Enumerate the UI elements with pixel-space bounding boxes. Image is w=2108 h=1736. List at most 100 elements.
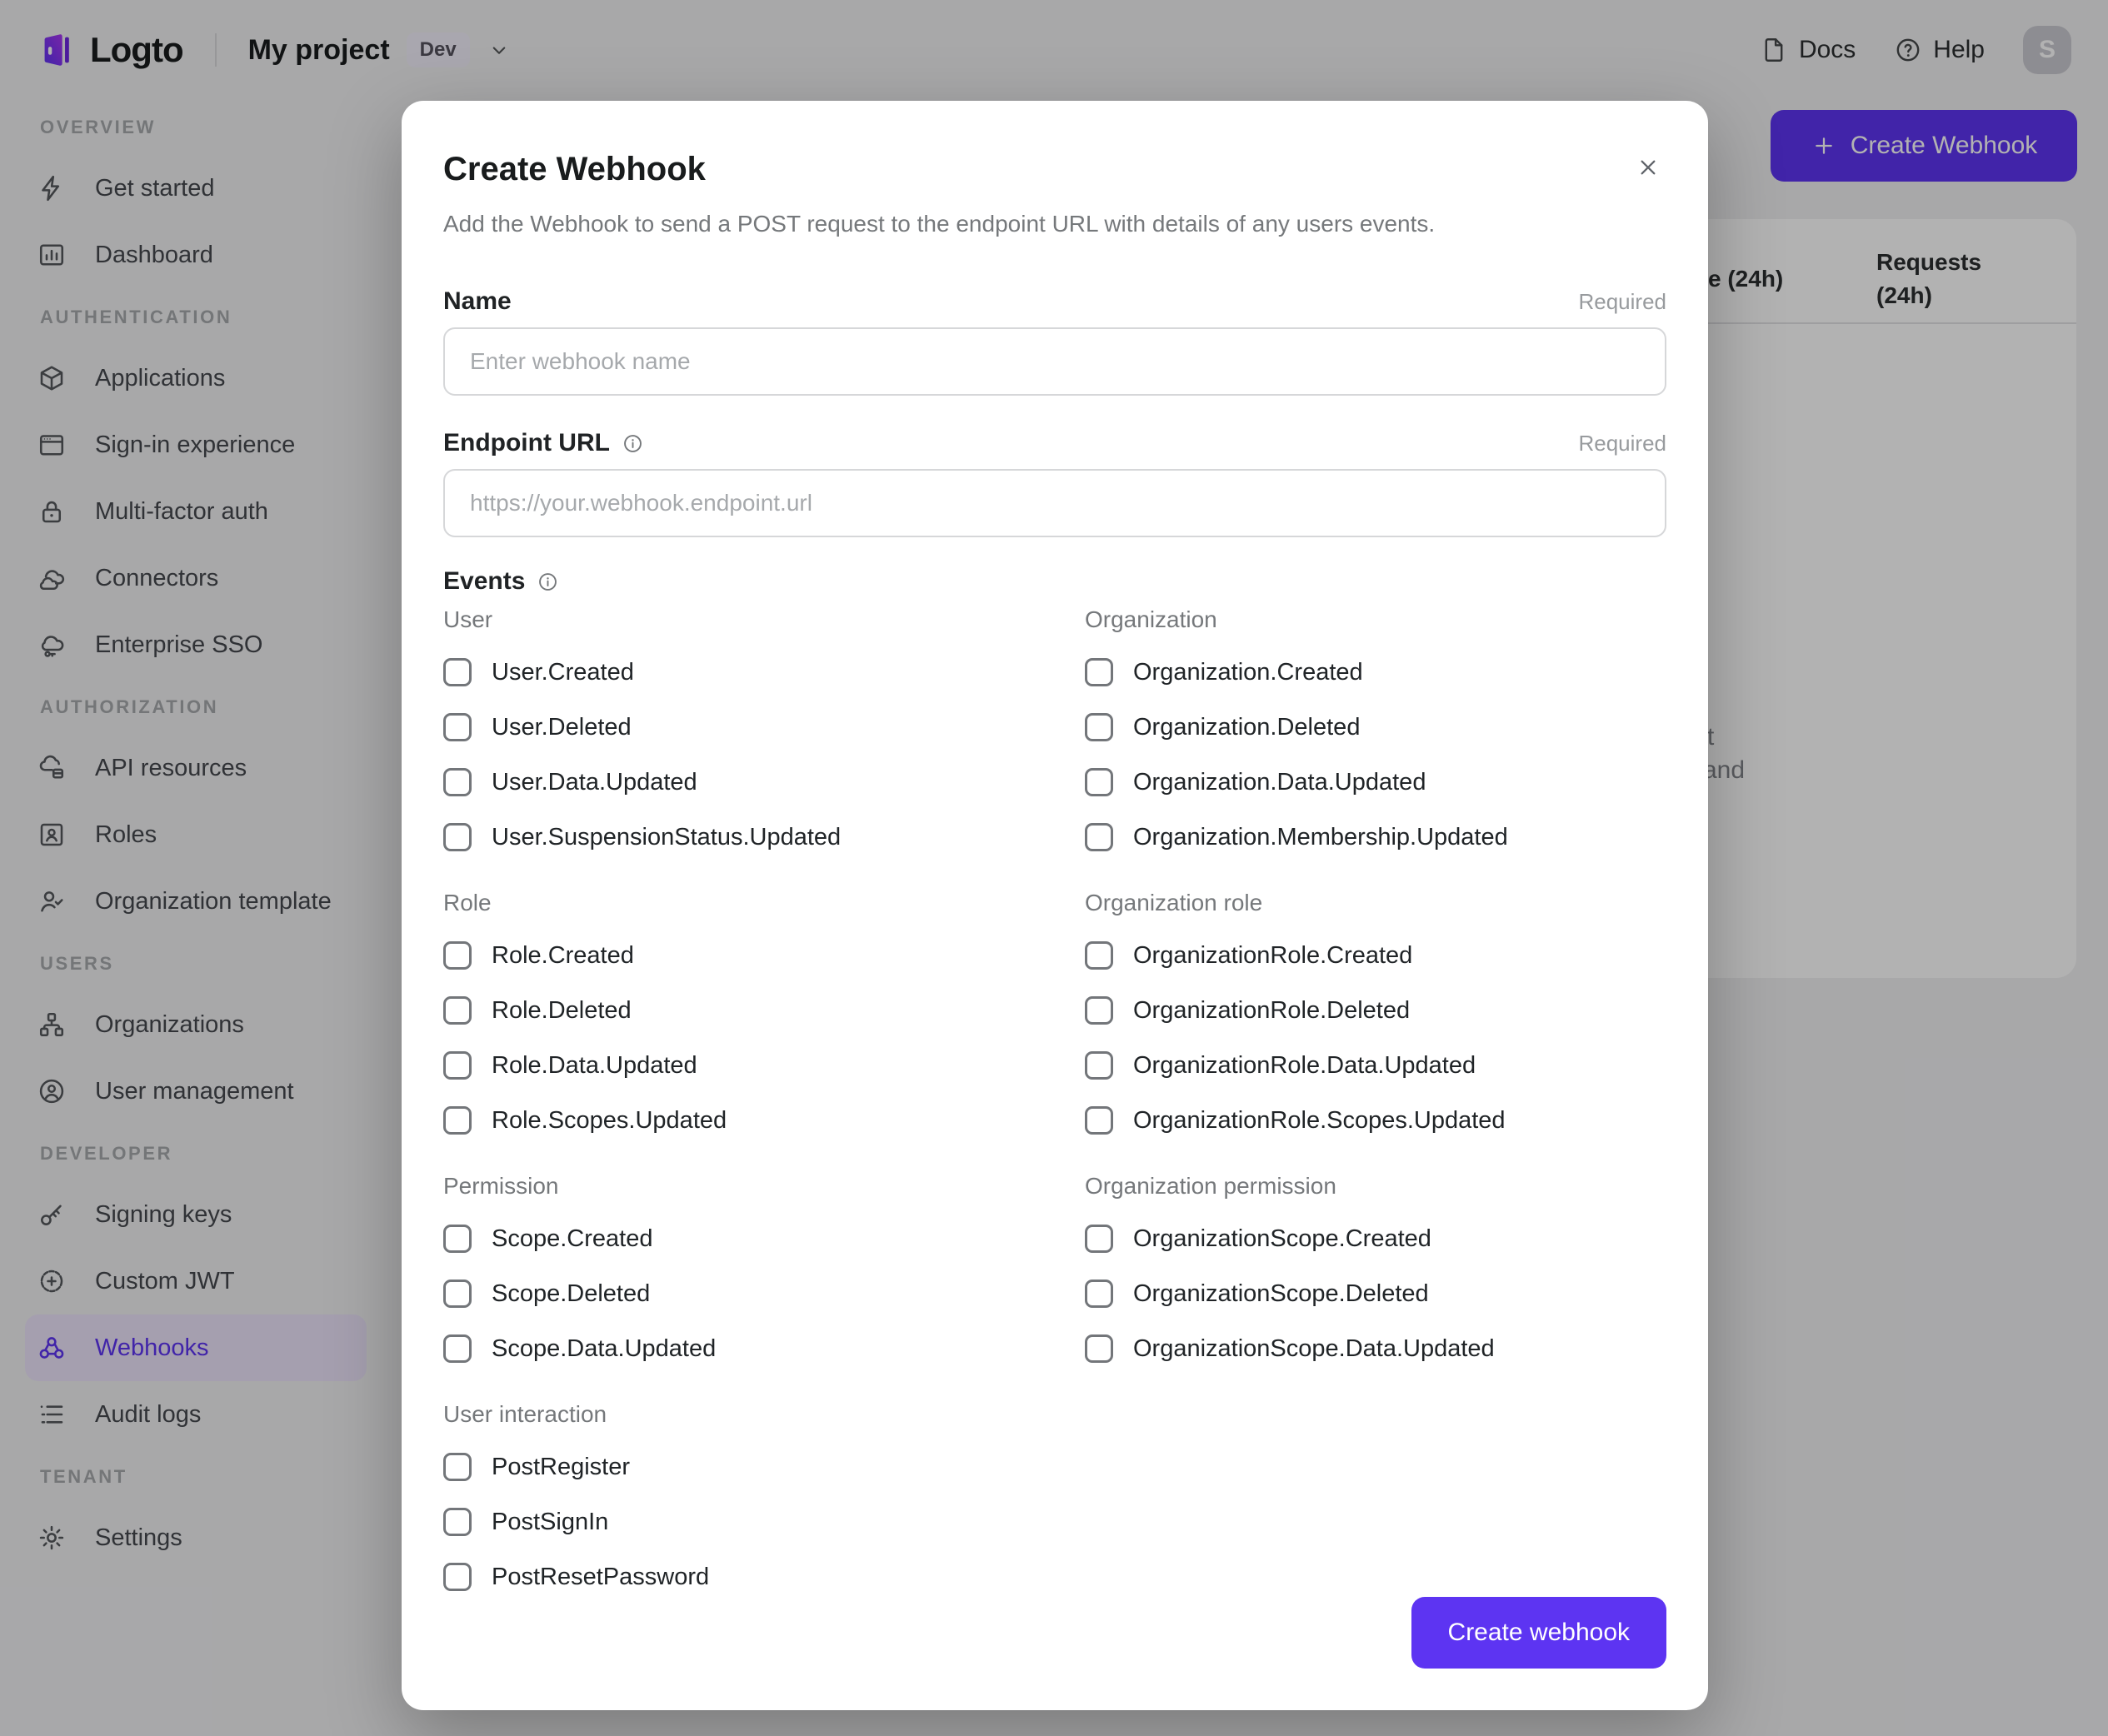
event-option-organization-created[interactable]: Organization.Created: [1085, 656, 1666, 689]
event-option-user-data-updated[interactable]: User.Data.Updated: [443, 766, 1085, 799]
name-field-group: Name Required: [443, 287, 1666, 396]
event-option-role-scopes-updated[interactable]: Role.Scopes.Updated: [443, 1104, 1085, 1137]
event-option-organizationrole-created[interactable]: OrganizationRole.Created: [1085, 939, 1666, 972]
event-label: Role.Scopes.Updated: [492, 1106, 727, 1134]
event-label: User.Created: [492, 658, 634, 686]
event-label: OrganizationScope.Data.Updated: [1133, 1334, 1495, 1362]
checkbox[interactable]: [443, 1508, 472, 1536]
event-option-organizationrole-deleted[interactable]: OrganizationRole.Deleted: [1085, 994, 1666, 1027]
event-label: Organization.Created: [1133, 658, 1363, 686]
event-group-organization-permission: Organization permission OrganizationScope…: [1085, 1172, 1666, 1365]
checkbox[interactable]: [443, 1453, 472, 1481]
event-label: User.Deleted: [492, 713, 632, 741]
create-webhook-submit-button[interactable]: Create webhook: [1411, 1597, 1666, 1669]
event-label: User.Data.Updated: [492, 768, 697, 796]
create-webhook-modal: Create Webhook Add the Webhook to send a…: [402, 101, 1708, 1710]
modal-title: Create Webhook: [443, 151, 706, 187]
checkbox[interactable]: [1085, 941, 1113, 970]
name-field-label: Name: [443, 287, 512, 315]
modal-close-button[interactable]: [1630, 149, 1666, 186]
event-group-label: Organization role: [1085, 890, 1263, 915]
events-column-left: User User.Created User.Deleted User.Data.Up…: [443, 596, 1085, 1594]
event-option-scope-deleted[interactable]: Scope.Deleted: [443, 1277, 1085, 1310]
checkbox[interactable]: [1085, 996, 1113, 1025]
checkbox[interactable]: [1085, 823, 1113, 851]
checkbox[interactable]: [443, 941, 472, 970]
checkbox[interactable]: [443, 1106, 472, 1135]
event-label: OrganizationRole.Data.Updated: [1133, 1051, 1476, 1079]
checkbox[interactable]: [443, 823, 472, 851]
checkbox[interactable]: [1085, 1051, 1113, 1080]
event-label: Scope.Deleted: [492, 1280, 651, 1307]
event-option-role-deleted[interactable]: Role.Deleted: [443, 994, 1085, 1027]
endpoint-field-group: Endpoint URL Required: [443, 429, 1666, 537]
checkbox[interactable]: [1085, 713, 1113, 741]
event-label: PostSignIn: [492, 1508, 609, 1535]
event-option-postresetpassword[interactable]: PostResetPassword: [443, 1560, 1085, 1594]
name-field-head: Name Required: [443, 287, 1666, 316]
close-icon: [1635, 154, 1661, 181]
event-label: OrganizationRole.Deleted: [1133, 996, 1411, 1024]
event-label: OrganizationScope.Created: [1133, 1225, 1431, 1252]
checkbox[interactable]: [443, 1225, 472, 1253]
events-label: Events: [443, 567, 526, 595]
name-required-badge: Required: [1578, 288, 1666, 314]
event-option-role-data-updated[interactable]: Role.Data.Updated: [443, 1049, 1085, 1082]
checkbox[interactable]: [443, 1334, 472, 1363]
event-group-permission: Permission Scope.Created Scope.Deleted Scop…: [443, 1172, 1085, 1365]
events-head: Events: [443, 567, 1666, 596]
event-group-label: User interaction: [443, 1401, 607, 1427]
screen: Logto My project Dev Docs Help S OVERVIE…: [0, 0, 2108, 1736]
checkbox[interactable]: [1085, 1334, 1113, 1363]
event-label: OrganizationRole.Created: [1133, 941, 1413, 969]
checkbox[interactable]: [443, 1563, 472, 1591]
event-label: Scope.Created: [492, 1225, 653, 1252]
event-option-organizationscope-created[interactable]: OrganizationScope.Created: [1085, 1222, 1666, 1255]
event-option-postregister[interactable]: PostRegister: [443, 1450, 1085, 1484]
event-group-organization-role: Organization role OrganizationRole.Create…: [1085, 889, 1666, 1137]
event-option-organizationscope-deleted[interactable]: OrganizationScope.Deleted: [1085, 1277, 1666, 1310]
checkbox[interactable]: [443, 996, 472, 1025]
event-label: Role.Created: [492, 941, 634, 969]
event-option-scope-data-updated[interactable]: Scope.Data.Updated: [443, 1332, 1085, 1365]
event-label: OrganizationScope.Deleted: [1133, 1280, 1429, 1307]
webhook-name-input[interactable]: [443, 327, 1666, 396]
event-option-postsignin[interactable]: PostSignIn: [443, 1505, 1085, 1539]
checkbox[interactable]: [443, 1051, 472, 1080]
endpoint-required-badge: Required: [1578, 430, 1666, 456]
event-label: PostRegister: [492, 1453, 631, 1480]
checkbox[interactable]: [443, 713, 472, 741]
checkbox[interactable]: [443, 658, 472, 686]
event-option-user-suspensionstatus-updated[interactable]: User.SuspensionStatus.Updated: [443, 821, 1085, 854]
event-option-organization-deleted[interactable]: Organization.Deleted: [1085, 711, 1666, 744]
checkbox[interactable]: [1085, 658, 1113, 686]
checkbox[interactable]: [1085, 1280, 1113, 1308]
event-option-user-created[interactable]: User.Created: [443, 656, 1085, 689]
event-option-organizationrole-data-updated[interactable]: OrganizationRole.Data.Updated: [1085, 1049, 1666, 1082]
events-column-right: Organization Organization.Created Organiza…: [1085, 596, 1666, 1594]
event-option-organization-data-updated[interactable]: Organization.Data.Updated: [1085, 766, 1666, 799]
event-group-label: Organization permission: [1085, 1173, 1336, 1199]
event-option-organizationscope-data-updated[interactable]: OrganizationScope.Data.Updated: [1085, 1332, 1666, 1365]
events-grid: User User.Created User.Deleted User.Data.Up…: [443, 596, 1666, 1594]
event-group-user: User User.Created User.Deleted User.Data.Up…: [443, 606, 1085, 854]
endpoint-url-input[interactable]: [443, 469, 1666, 537]
checkbox[interactable]: [443, 768, 472, 796]
checkbox[interactable]: [1085, 1106, 1113, 1135]
checkbox[interactable]: [443, 1280, 472, 1308]
endpoint-field-label: Endpoint URL: [443, 429, 610, 456]
checkbox[interactable]: [1085, 768, 1113, 796]
event-group-label: Permission: [443, 1173, 559, 1199]
event-option-organizationrole-scopes-updated[interactable]: OrganizationRole.Scopes.Updated: [1085, 1104, 1666, 1137]
info-icon[interactable]: [622, 432, 644, 455]
checkbox[interactable]: [1085, 1225, 1113, 1253]
event-option-user-deleted[interactable]: User.Deleted: [443, 711, 1085, 744]
info-icon[interactable]: [537, 571, 559, 593]
event-label: OrganizationRole.Scopes.Updated: [1133, 1106, 1506, 1134]
event-option-role-created[interactable]: Role.Created: [443, 939, 1085, 972]
events-section: Events User User.Created User.Deleted User.…: [443, 567, 1666, 1594]
event-option-organization-membership-updated[interactable]: Organization.Membership.Updated: [1085, 821, 1666, 854]
event-label: Role.Deleted: [492, 996, 632, 1024]
event-group-organization: Organization Organization.Created Organiza…: [1085, 606, 1666, 854]
event-option-scope-created[interactable]: Scope.Created: [443, 1222, 1085, 1255]
